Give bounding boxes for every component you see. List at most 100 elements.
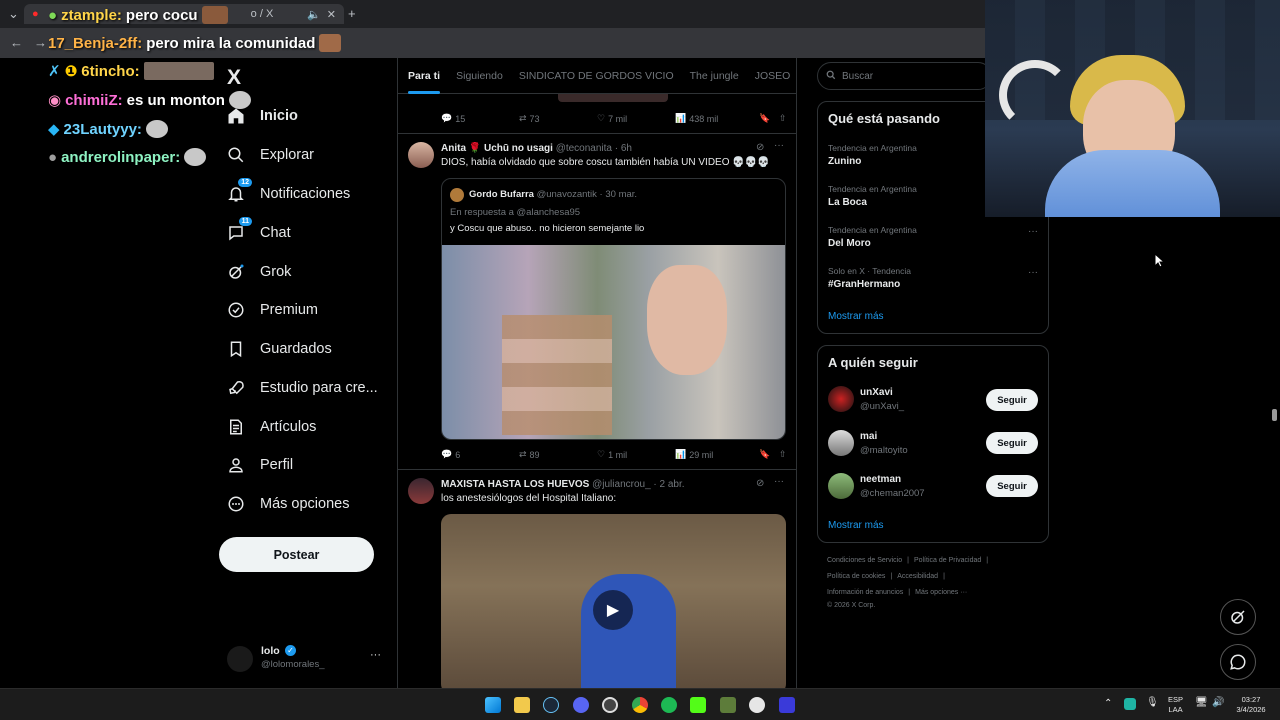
footer-link[interactable]: Accesibilidad [897, 573, 938, 580]
avatar[interactable] [828, 430, 854, 456]
back-icon[interactable]: ← [10, 35, 23, 50]
share-icon[interactable]: ⇧ [779, 113, 787, 124]
clock[interactable]: 03:27 3/4/2026 [1232, 695, 1270, 715]
tab-joseo[interactable]: JOSEO [755, 70, 791, 82]
minecraft-icon[interactable] [720, 697, 736, 713]
sidebar-item-notificaciones[interactable]: 12 Notificaciones [226, 178, 350, 210]
sidebar-item-articulos[interactable]: Artículos [226, 411, 316, 443]
sidebar-item-premium[interactable]: Premium [226, 294, 318, 326]
trend-item[interactable]: Del Moro [828, 238, 871, 249]
follow-button[interactable]: Seguir [986, 389, 1038, 411]
bookmark-icon[interactable]: 🔖 [759, 113, 779, 124]
retweet-button[interactable]: ⇄ 73 [519, 113, 597, 124]
like-button[interactable]: ♡ 7 mil [597, 113, 675, 124]
tab-close-icon[interactable]: ✕ [327, 8, 336, 21]
forward-icon[interactable]: → [34, 35, 47, 50]
follow-button[interactable]: Seguir [986, 432, 1038, 454]
reply-button[interactable]: 💬 15 [441, 113, 519, 124]
file-explorer-icon[interactable] [514, 697, 530, 713]
sidebar-item-perfil[interactable]: Perfil [226, 449, 293, 481]
mute-icon[interactable]: 🔈 [307, 8, 321, 21]
language-indicator[interactable]: ESP LAA [1168, 695, 1183, 715]
tab-para-ti[interactable]: Para ti [408, 70, 441, 94]
sidebar-item-estudio[interactable]: Estudio para cre... [226, 372, 378, 404]
media-thumbnail[interactable] [558, 94, 668, 102]
footer-link[interactable]: Más opciones ··· [915, 589, 967, 596]
volume-icon[interactable]: 🔊 [1212, 698, 1224, 708]
who-handle: @maltoyito [860, 445, 908, 456]
tweet-video[interactable]: ▶ [441, 514, 786, 688]
who-name[interactable]: mai [860, 431, 877, 442]
tab-the-jungle[interactable]: The jungle [690, 70, 739, 82]
windows-start-icon[interactable] [485, 697, 501, 713]
more-icon[interactable]: ··· [774, 476, 784, 487]
like-button[interactable]: ♡ 1 mil [597, 449, 675, 460]
new-tab-button[interactable]: + [348, 6, 356, 21]
network-icon[interactable]: 🖥 [1195, 698, 1208, 708]
sidebar-item-inicio[interactable]: Inicio [226, 100, 298, 132]
show-more-link[interactable]: Mostrar más [828, 311, 884, 322]
obs-icon[interactable] [602, 697, 618, 713]
footer-link[interactable]: Información de anuncios [827, 589, 903, 596]
play-icon[interactable]: ▶ [593, 590, 633, 630]
footer-link[interactable]: Condiciones de Servicio [827, 557, 902, 564]
sidebar-item-grok[interactable]: Grok [226, 256, 291, 288]
sidebar-item-mas-opciones[interactable]: Más opciones [226, 488, 349, 520]
author-handle[interactable]: @juliancrou_ · 2 abr. [592, 479, 684, 490]
tweet-image[interactable] [442, 245, 785, 439]
tab-siguiendo[interactable]: Siguiendo [456, 70, 503, 82]
grok-icon[interactable]: ⊘ [756, 142, 764, 153]
trend-item[interactable]: La Boca [828, 197, 867, 208]
kick-icon[interactable] [690, 697, 706, 713]
who-name[interactable]: neetman [860, 474, 901, 485]
reply-button[interactable]: 💬 6 [441, 449, 519, 460]
follow-button[interactable]: Seguir [986, 475, 1038, 497]
footer-link[interactable]: Política de Privacidad [914, 557, 981, 564]
tab-sindicato[interactable]: SINDICATO DE GORDOS VICIO [519, 70, 674, 82]
author-name[interactable]: Anita 🌹 Uchū no usagi [441, 143, 553, 154]
who-name[interactable]: unXavi [860, 387, 893, 398]
ea-app-icon[interactable] [779, 697, 795, 713]
app-icon[interactable] [749, 697, 765, 713]
views-count[interactable]: 📊 438 mil [675, 113, 759, 124]
grok-icon[interactable]: ⊘ [756, 478, 764, 489]
microphone-icon[interactable]: 🎙 [1146, 698, 1159, 708]
trend-item[interactable]: Zunino [828, 156, 861, 167]
search-input[interactable]: Buscar [817, 62, 992, 90]
more-icon[interactable]: ··· [774, 140, 784, 151]
tab-list-icon[interactable]: ⌄ [8, 6, 19, 22]
sidebar-item-label: Perfil [260, 457, 294, 473]
more-icon[interactable]: ··· [1028, 226, 1038, 237]
tray-overflow-icon[interactable]: ⌃ [1104, 699, 1112, 709]
views-count[interactable]: 📊 29 mil [675, 449, 759, 460]
share-icon[interactable]: ⇧ [779, 449, 787, 460]
bookmark-icon[interactable]: 🔖 [759, 449, 779, 460]
spotify-icon[interactable] [661, 697, 677, 713]
retweet-button[interactable]: ⇄ 89 [519, 449, 597, 460]
author-name[interactable]: MAXISTA HASTA LOS HUEVOS [441, 479, 589, 490]
author-handle[interactable]: @teconanita · 6h [556, 143, 632, 154]
quote-tweet[interactable]: Gordo Bufarra @unavozantik · 30 mar. En … [441, 178, 786, 440]
more-icon[interactable]: ··· [1028, 267, 1038, 278]
trend-item[interactable]: #GranHermano [828, 279, 900, 290]
footer-link[interactable]: Política de cookies [827, 573, 885, 580]
sidebar-item-chat[interactable]: 11 Chat [226, 217, 291, 249]
grok-float-button[interactable] [1220, 599, 1256, 635]
avatar[interactable] [828, 386, 854, 412]
sidebar-item-explorar[interactable]: Explorar [226, 139, 314, 171]
account-switcher[interactable]: lolo ✓ @lolomorales_ ··· [227, 644, 397, 674]
x-logo[interactable]: X [227, 66, 241, 90]
tweet[interactable]: MAXISTA HASTA LOS HUEVOS @juliancrou_ · … [398, 470, 796, 688]
scrollbar-thumb[interactable] [1272, 409, 1277, 421]
account-menu-icon[interactable]: ··· [370, 649, 381, 661]
sidebar-item-guardados[interactable]: Guardados [226, 333, 332, 365]
post-button[interactable]: Postear [219, 537, 374, 572]
chrome-icon[interactable] [632, 697, 648, 713]
steam-icon[interactable] [543, 697, 559, 713]
show-more-link[interactable]: Mostrar más [828, 520, 884, 531]
tweet[interactable]: Anita 🌹 Uchū no usagi @teconanita · 6h ⊘… [398, 134, 796, 469]
avatar[interactable] [828, 473, 854, 499]
tray-app-icon[interactable] [1124, 698, 1136, 710]
discord-icon[interactable] [573, 697, 589, 713]
messages-float-button[interactable] [1220, 644, 1256, 680]
